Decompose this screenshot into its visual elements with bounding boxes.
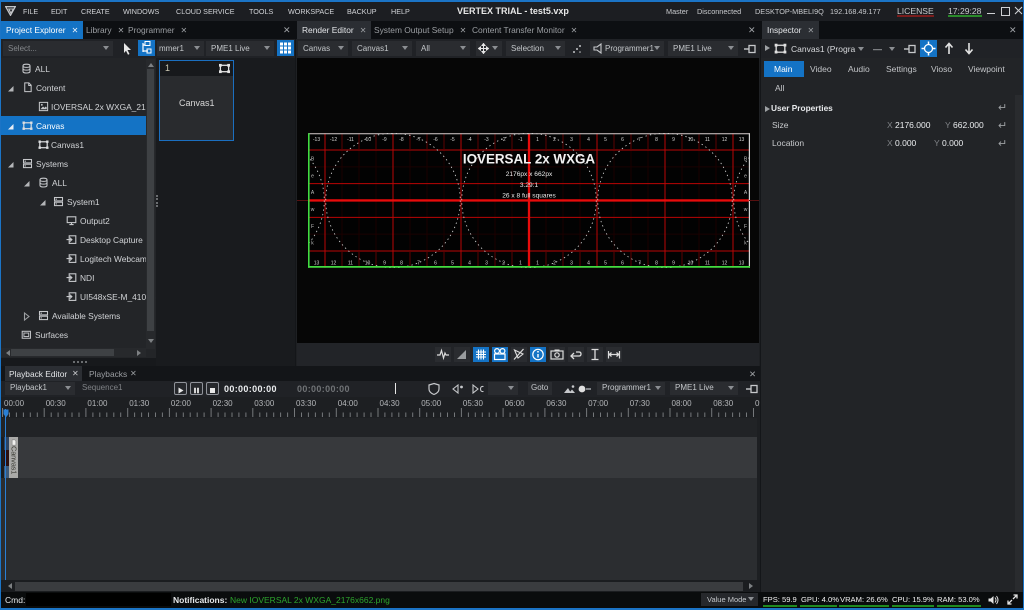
svg-text:01:30: 01:30 xyxy=(129,399,150,408)
svg-text:F: F xyxy=(310,224,313,230)
svg-text:3: 3 xyxy=(485,260,488,266)
svg-text:03:00: 03:00 xyxy=(254,399,275,408)
svg-text:1: 1 xyxy=(536,137,539,143)
svg-text:04:00: 04:00 xyxy=(338,399,359,408)
svg-text:03:30: 03:30 xyxy=(296,399,317,408)
svg-text:4: 4 xyxy=(468,260,471,266)
svg-text:-11: -11 xyxy=(347,137,354,143)
svg-text:02:30: 02:30 xyxy=(213,399,234,408)
svg-text:7: 7 xyxy=(638,260,641,266)
svg-text:w: w xyxy=(743,207,747,213)
svg-text:3: 3 xyxy=(570,260,573,266)
svg-text:5: 5 xyxy=(604,260,607,266)
svg-text:9: 9 xyxy=(672,260,675,266)
svg-text:12: 12 xyxy=(721,260,727,266)
svg-text:e: e xyxy=(311,173,314,179)
svg-text:10: 10 xyxy=(364,260,370,266)
svg-text:6: 6 xyxy=(434,260,437,266)
svg-text:13: 13 xyxy=(738,137,744,143)
svg-text:2176px x 662px: 2176px x 662px xyxy=(505,171,552,178)
svg-text:07:00: 07:00 xyxy=(588,399,609,408)
svg-text:7: 7 xyxy=(417,260,420,266)
svg-text:e: e xyxy=(744,173,747,179)
svg-text:08:00: 08:00 xyxy=(672,399,693,408)
svg-text:11: 11 xyxy=(347,260,352,266)
svg-text:7: 7 xyxy=(638,137,641,143)
svg-text:13: 13 xyxy=(738,260,744,266)
svg-text:12: 12 xyxy=(721,137,727,143)
svg-text:11: 11 xyxy=(704,260,709,266)
svg-text:2: 2 xyxy=(553,137,556,143)
svg-text:09:00: 09:00 xyxy=(755,399,760,408)
svg-text:-10: -10 xyxy=(363,137,370,143)
svg-text:00:00: 00:00 xyxy=(4,399,25,408)
svg-text:00:30: 00:30 xyxy=(46,399,67,408)
svg-text:8: 8 xyxy=(655,260,658,266)
svg-text:9: 9 xyxy=(672,137,675,143)
svg-text:08:30: 08:30 xyxy=(713,399,734,408)
svg-text:-9: -9 xyxy=(382,137,387,143)
svg-text:2: 2 xyxy=(553,260,556,266)
svg-text:9: 9 xyxy=(383,260,386,266)
svg-text:10: 10 xyxy=(687,137,693,143)
svg-text:-8: -8 xyxy=(399,137,404,143)
svg-text:02:00: 02:00 xyxy=(171,399,192,408)
svg-text:2: 2 xyxy=(502,260,505,266)
svg-text:11: 11 xyxy=(704,137,709,143)
svg-text:8: 8 xyxy=(655,137,658,143)
svg-text:-2: -2 xyxy=(501,137,506,143)
svg-text:-3: -3 xyxy=(484,137,489,143)
svg-text:-5: -5 xyxy=(450,137,455,143)
svg-text:-6: -6 xyxy=(433,137,438,143)
svg-text:06:30: 06:30 xyxy=(546,399,567,408)
svg-text:04:30: 04:30 xyxy=(380,399,401,408)
svg-text:1: 1 xyxy=(519,260,522,266)
svg-text:4: 4 xyxy=(587,260,590,266)
svg-text:-13: -13 xyxy=(312,137,319,143)
svg-text:3: 3 xyxy=(570,137,573,143)
svg-text:IOVERSAL 2x WXGA: IOVERSAL 2x WXGA xyxy=(462,151,595,166)
svg-text:-1: -1 xyxy=(518,137,523,143)
svg-text:06:00: 06:00 xyxy=(505,399,526,408)
svg-text:3.29:1: 3.29:1 xyxy=(519,182,538,189)
svg-text:07:30: 07:30 xyxy=(630,399,651,408)
svg-text:05:00: 05:00 xyxy=(421,399,442,408)
svg-text:w: w xyxy=(310,207,314,213)
svg-text:1: 1 xyxy=(536,260,539,266)
svg-text:F: F xyxy=(743,224,746,230)
svg-text:6: 6 xyxy=(621,137,624,143)
svg-text:12: 12 xyxy=(330,260,336,266)
svg-text:01:00: 01:00 xyxy=(87,399,108,408)
svg-text:05:30: 05:30 xyxy=(463,399,484,408)
svg-text:5: 5 xyxy=(604,137,607,143)
svg-text:13: 13 xyxy=(313,260,319,266)
svg-text:-7: -7 xyxy=(416,137,421,143)
svg-text:5: 5 xyxy=(451,260,454,266)
svg-text:-12: -12 xyxy=(329,137,336,143)
svg-text:8: 8 xyxy=(400,260,403,266)
svg-text:6: 6 xyxy=(621,260,624,266)
svg-text:26 x 8 full squares: 26 x 8 full squares xyxy=(502,193,556,200)
svg-text:10: 10 xyxy=(687,260,693,266)
svg-text:-4: -4 xyxy=(467,137,472,143)
svg-text:4: 4 xyxy=(587,137,590,143)
